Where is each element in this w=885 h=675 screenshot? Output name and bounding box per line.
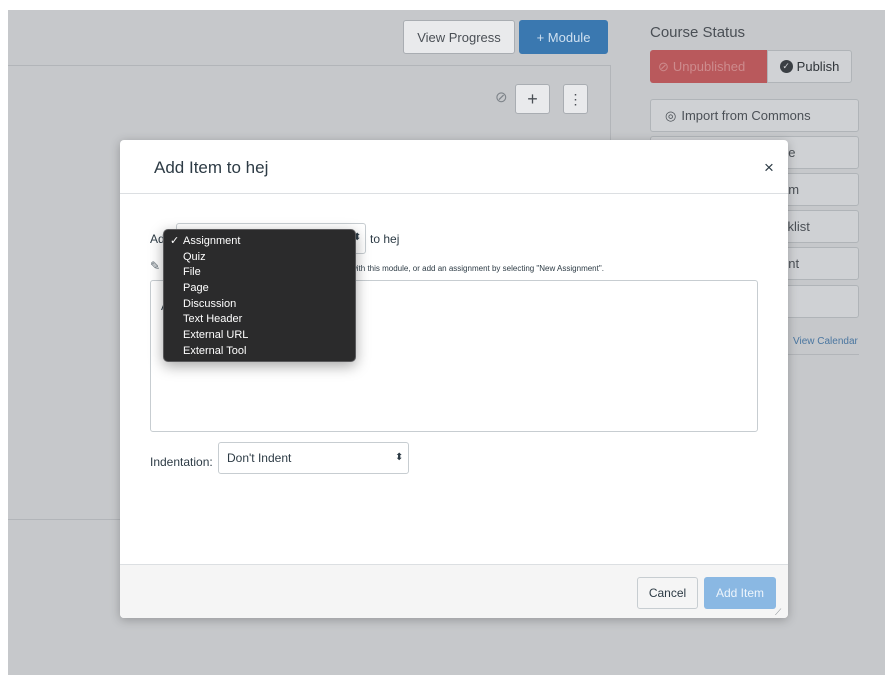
view-progress-button[interactable]: View Progress [403,20,515,54]
module-options-button[interactable]: ⋮ [563,84,588,114]
indentation-label: Indentation: [150,455,213,469]
cancel-button[interactable]: Cancel [637,577,698,609]
option-label: Assignment [183,235,241,247]
unpublished-label: Unpublished [672,59,746,74]
dropdown-option-discussion[interactable]: Discussion [164,297,355,313]
sidebar-divider [788,354,859,355]
import-commons-label: Import from Commons [681,108,811,123]
add-module-button[interactable]: + Module [519,20,608,54]
unpublished-icon: ⊘ [658,58,669,74]
option-label: Page [183,282,209,295]
unpublished-button[interactable]: ⊘ Unpublished [650,50,767,83]
option-label: External Tool [183,344,247,357]
dropdown-option-page[interactable]: Page [164,281,355,297]
dropdown-option-external-tool[interactable]: External Tool [164,344,355,360]
indentation-select[interactable]: Don't Indent ⬍ [218,442,409,474]
check-circle-icon: ✓ [779,60,793,73]
option-label: Discussion [183,297,237,310]
option-label: External URL [183,329,249,342]
commons-icon: ◎ [665,107,677,123]
option-label: Text Header [183,313,243,326]
close-icon[interactable]: × [764,158,774,178]
dropdown-option-quiz[interactable]: Quiz [164,250,355,266]
unpublish-icon[interactable]: ⊘ [495,88,508,106]
option-label: Quiz [183,250,206,263]
option-label: File [183,266,201,279]
course-status-title: Course Status [650,24,746,41]
view-calendar-link[interactable]: View Calendar [793,336,858,347]
resize-handle-icon[interactable]: ⟋ [775,607,781,618]
add-item-plus-button[interactable]: + [515,84,550,114]
modal-footer: Cancel Add Item ⟋ [120,564,788,618]
dropdown-option-text-header[interactable]: Text Header [164,312,355,328]
indentation-value: Don't Indent [227,451,292,465]
to-module-label: to hej [370,232,400,246]
item-type-dropdown-menu: ✓ Assignment Quiz File Page Discussion Te… [163,229,356,362]
checkmark-icon: ✓ [170,235,180,247]
add-item-modal: Add Item to hej × Ad ⬍ to hej ✎ with thi… [120,140,788,618]
modal-title: Add Item to hej [154,158,269,177]
dropdown-option-assignment[interactable]: ✓ Assignment [164,234,355,250]
publish-label: Publish [796,59,840,74]
dropdown-option-external-url[interactable]: External URL [164,328,355,344]
edit-icon: ✎ [150,259,161,273]
publish-button[interactable]: ✓ Publish [767,50,852,83]
add-item-button[interactable]: Add Item [704,577,776,609]
import-commons-button[interactable]: ◎ Import from Commons [650,99,859,132]
select-arrows-icon: ⬍ [395,452,404,463]
dropdown-option-file[interactable]: File [164,265,355,281]
modal-header: Add Item to hej × [120,140,788,194]
hint-text: with this module, or add an assignment b… [351,264,604,273]
